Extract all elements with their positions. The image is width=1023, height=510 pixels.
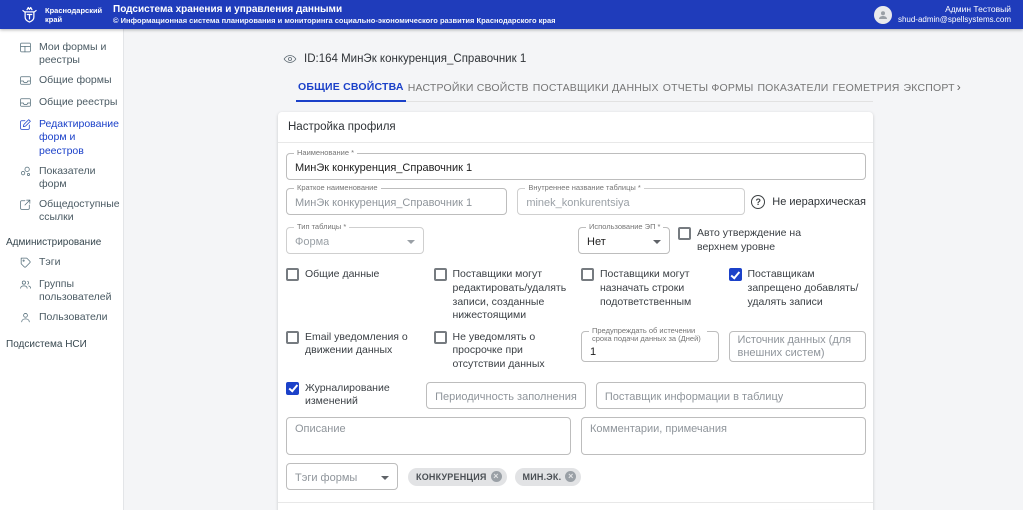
user-menu[interactable]: Админ Тестовый shud-admin@spellsystems.c…: [874, 4, 1011, 25]
checkbox-auto-approve[interactable]: Авто утверждение на верхнем уровне: [678, 227, 828, 254]
sidebar-item-common-registries[interactable]: Общие реестры: [0, 96, 123, 111]
tab-indicators[interactable]: ПОКАЗАТЕЛИ: [755, 82, 830, 101]
sidebar-item-common-forms[interactable]: Общие формы: [0, 74, 123, 89]
inbox-icon: [19, 96, 32, 109]
users-icon: [19, 278, 32, 291]
user-email: shud-admin@spellsystems.com: [898, 15, 1011, 25]
record-title-row: ID:164 МинЭк конкуренция_Справочник 1: [283, 52, 1023, 66]
tab-geometry[interactable]: ГЕОМЕТРИЯ: [831, 82, 902, 101]
checkbox-common-data[interactable]: Общие данные: [286, 268, 424, 282]
checkbox-no-overdue-notify[interactable]: Не уведомлять о просрочке при отсутствии…: [434, 331, 572, 372]
short-name-field[interactable]: Краткое наименование МинЭк конкуренция_С…: [286, 188, 507, 215]
data-source-field[interactable]: Источник данных (для внешних систем): [729, 331, 867, 362]
sidebar-item-user-groups[interactable]: Группы пользователей: [0, 278, 123, 304]
chevron-down-icon: [381, 476, 389, 480]
checkbox-providers-forbidden-add[interactable]: Поставщикам запрещено добавлять/удалять …: [729, 268, 867, 309]
chevron-down-icon: [407, 240, 415, 244]
tabs-scroll-right-icon[interactable]: ›: [957, 80, 961, 101]
tag-chip: КОНКУРЕНЦИЯ ×: [408, 468, 507, 486]
sidebar-section-administration: Администрирование: [0, 231, 123, 256]
warn-days-field[interactable]: Предупреждать об истечении срока подачи …: [581, 331, 719, 362]
sidebar-item-users[interactable]: Пользователи: [0, 311, 123, 326]
sidebar-item-tags[interactable]: Тэги: [0, 256, 123, 271]
remove-tag-icon[interactable]: ×: [491, 471, 502, 482]
sidebar-item-public-links[interactable]: Общедоступные ссылки: [0, 198, 123, 224]
table-type-select: Тип таблицы * Форма: [286, 227, 424, 254]
external-link-icon: [19, 198, 32, 211]
ep-usage-select[interactable]: Использование ЭП * Нет: [578, 227, 670, 254]
edit-icon: [19, 118, 32, 131]
internal-table-name-field: Внутреннее название таблицы * minek_konk…: [517, 188, 745, 215]
eye-icon[interactable]: [283, 52, 297, 66]
app-title: Подсистема хранения и управления данными: [113, 4, 556, 17]
profile-settings-card: Настройка профиля Наименование * МинЭк к…: [278, 112, 873, 510]
panel-title: Настройка профиля: [278, 112, 873, 143]
sidebar-section-nsi: Подсистема НСИ: [0, 333, 123, 358]
help-icon[interactable]: ?: [751, 195, 765, 209]
tab-form-reports[interactable]: ОТЧЕТЫ ФОРМЫ: [661, 82, 756, 101]
tab-property-settings[interactable]: НАСТРОЙКИ СВОЙСТВ: [406, 82, 531, 101]
tab-data-providers[interactable]: ПОСТАВЩИКИ ДАННЫХ: [531, 82, 661, 101]
name-field[interactable]: Наименование * МинЭк конкуренция_Справоч…: [286, 153, 866, 180]
record-title: ID:164 МинЭк конкуренция_Справочник 1: [304, 53, 526, 65]
chevron-down-icon: [653, 240, 661, 244]
checkbox-providers-assign-rows[interactable]: Поставщики могут назначать строки подотв…: [581, 268, 719, 309]
sidebar-item-my-forms[interactable]: Мои формы и реестры: [0, 41, 123, 67]
info-provider-field[interactable]: Поставщик информации в таблицу: [596, 382, 866, 409]
sidebar-item-edit-forms[interactable]: Редактирование форм и реестров: [0, 118, 123, 157]
form-tags-select[interactable]: Тэги формы: [286, 463, 398, 490]
checkbox-providers-can-edit[interactable]: Поставщики могут редактировать/удалять з…: [434, 268, 572, 323]
remove-tag-icon[interactable]: ×: [565, 471, 576, 482]
tag-icon: [19, 256, 32, 269]
krasnodar-emblem-icon: [19, 4, 40, 25]
comments-textarea[interactable]: Комментарии, примечания: [581, 417, 866, 455]
sidebar-item-form-indicators[interactable]: Показатели форм: [0, 165, 123, 191]
user-icon: [19, 311, 32, 324]
table-icon: [19, 41, 32, 54]
tab-export[interactable]: ЭКСПОРТ: [902, 82, 957, 101]
bubble-chart-icon: [19, 165, 32, 178]
inbox-icon: [19, 74, 32, 87]
fill-period-field[interactable]: Периодичность заполнения: [426, 382, 586, 409]
checkbox-email-notifications[interactable]: Email уведомления о движении данных: [286, 331, 424, 358]
sidebar: Мои формы и реестры Общие формы Общие ре…: [0, 29, 124, 510]
tab-bar: ОБЩИЕ СВОЙСТВА НАСТРОЙКИ СВОЙСТВ ПОСТАВЩ…: [296, 80, 873, 102]
main-content: ID:164 МинЭк конкуренция_Справочник 1 ОБ…: [124, 29, 1023, 510]
avatar: [874, 6, 892, 24]
hierarchy-hint: Не иерархическая: [772, 196, 866, 208]
user-name: Админ Тестовый: [898, 4, 1011, 15]
checkbox-change-logging[interactable]: Журналирование изменений: [286, 382, 416, 409]
app-subtitle: © Информационная система планирования и …: [113, 16, 556, 25]
tab-general-properties[interactable]: ОБЩИЕ СВОЙСТВА: [296, 81, 406, 102]
brand-name: Краснодарский край: [45, 6, 101, 24]
tag-chip: МИН.ЭК. ×: [515, 468, 582, 486]
app-header: Краснодарский край Подсистема хранения и…: [0, 0, 1023, 29]
description-textarea[interactable]: Описание: [286, 417, 571, 455]
